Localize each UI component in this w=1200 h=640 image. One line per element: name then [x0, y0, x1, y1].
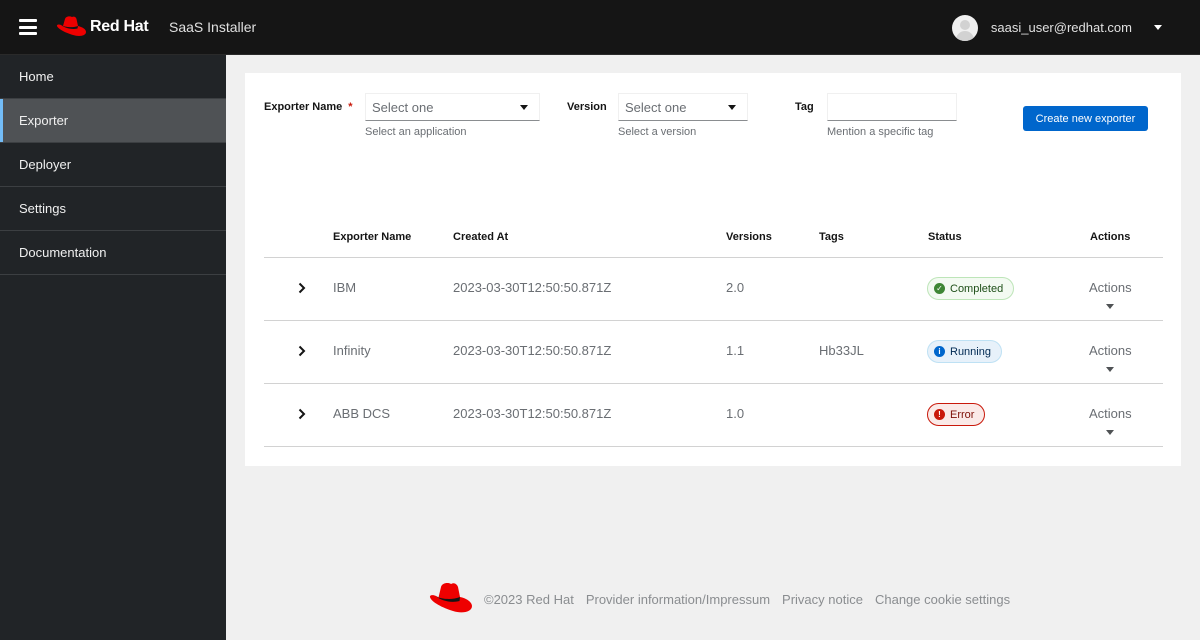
caret-down-icon: [1154, 25, 1162, 30]
column-header-versions[interactable]: Versions: [726, 231, 772, 243]
column-header-status[interactable]: Status: [928, 231, 962, 243]
footer-link-cookie-settings[interactable]: Change cookie settings: [875, 592, 1010, 607]
sidebar-item-label: Settings: [19, 201, 66, 216]
exporter-name-helper: Select an application: [365, 126, 467, 138]
sidebar-item-documentation[interactable]: Documentation: [0, 231, 226, 275]
actions-label: Actions: [1089, 406, 1132, 421]
exporter-name-cell: IBM: [333, 280, 357, 295]
column-header-tags[interactable]: Tags: [819, 231, 844, 243]
row-actions-dropdown[interactable]: Actions: [1089, 406, 1132, 435]
version-helper: Select a version: [618, 126, 697, 138]
exporter-name-cell: ABB DCS: [333, 406, 391, 421]
brand-logo[interactable]: Red Hat: [55, 15, 149, 39]
created-at-cell: 2023-03-30T12:50:50.871Z: [453, 406, 612, 421]
caret-down-icon: [1106, 430, 1114, 435]
actions-label: Actions: [1089, 280, 1132, 295]
red-hat-logo-icon: [429, 583, 472, 613]
chevron-right-icon: [298, 408, 306, 420]
sidebar-nav: Home Exporter Deployer Settings Document…: [0, 55, 226, 640]
status-label: Completed: [950, 282, 1004, 295]
avatar: [951, 14, 978, 41]
version-cell: 1.0: [726, 406, 745, 421]
chevron-right-icon: [298, 282, 306, 294]
status-badge: ✓ Completed: [927, 277, 1015, 300]
required-indicator: *: [348, 101, 353, 113]
chevron-right-icon: [298, 345, 306, 357]
footer-link-impressum[interactable]: Provider information/Impressum: [586, 592, 770, 607]
sidebar-item-exporter[interactable]: Exporter: [0, 99, 226, 143]
version-label: Version: [567, 101, 607, 113]
caret-down-icon: [728, 105, 736, 110]
hamburger-menu-icon[interactable]: [19, 19, 37, 35]
tag-input[interactable]: [827, 93, 957, 121]
info-circle-icon: i: [934, 346, 945, 357]
sidebar-item-label: Exporter: [19, 113, 69, 128]
caret-down-icon: [1106, 367, 1114, 372]
exporter-name-select[interactable]: Select one: [365, 93, 540, 121]
sidebar-item-label: Documentation: [19, 245, 107, 260]
create-new-exporter-button[interactable]: Create new exporter: [1023, 106, 1148, 131]
exporters-table: Exporter Name Created At Versions Tags S…: [264, 218, 1163, 447]
exporter-name-select-value: Select one: [372, 99, 434, 115]
table-row: Infinity 2023-03-30T12:50:50.871Z 1.1 Hb…: [264, 321, 1163, 384]
sidebar-item-home[interactable]: Home: [0, 55, 226, 99]
exporter-panel: Exporter Name * Select one Select an appl…: [245, 73, 1181, 466]
table-header: Exporter Name Created At Versions Tags S…: [264, 218, 1163, 258]
sidebar-item-deployer[interactable]: Deployer: [0, 143, 226, 187]
product-name: SaaS Installer: [169, 19, 257, 35]
footer-link-privacy[interactable]: Privacy notice: [782, 592, 863, 607]
exclamation-circle-icon: !: [934, 409, 945, 420]
masthead: Red Hat SaaS Installer saasi_user@redhat…: [0, 0, 1200, 55]
expand-row-toggle[interactable]: [297, 281, 307, 295]
status-label: Running: [950, 345, 991, 358]
tag-label: Tag: [795, 101, 814, 113]
column-header-actions: Actions: [1090, 231, 1131, 243]
user-menu-toggle[interactable]: saasi_user@redhat.com: [951, 0, 1200, 55]
user-name: saasi_user@redhat.com: [990, 20, 1132, 35]
sidebar-item-label: Home: [19, 69, 54, 84]
actions-label: Actions: [1089, 343, 1132, 358]
status-badge: i Running: [927, 340, 1002, 363]
caret-down-icon: [1106, 304, 1114, 309]
status-label: Error: [950, 408, 975, 421]
version-select-value: Select one: [625, 99, 687, 115]
red-hat-logo-icon: [56, 16, 86, 36]
version-cell: 2.0: [726, 280, 745, 295]
version-select[interactable]: Select one: [618, 93, 748, 121]
column-header-created-at[interactable]: Created At: [453, 231, 508, 243]
sidebar-item-label: Deployer: [19, 157, 72, 172]
table-row: ABB DCS 2023-03-30T12:50:50.871Z 1.0 ! E…: [264, 384, 1163, 447]
caret-down-icon: [520, 105, 528, 110]
exporter-name-cell: Infinity: [333, 343, 371, 358]
expand-row-toggle[interactable]: [297, 407, 307, 421]
table-row: IBM 2023-03-30T12:50:50.871Z 2.0 ✓ Compl…: [264, 258, 1163, 321]
created-at-cell: 2023-03-30T12:50:50.871Z: [453, 280, 612, 295]
tag-helper: Mention a specific tag: [827, 126, 934, 138]
footer: ©2023 Red Hat Provider information/Impre…: [427, 581, 1010, 617]
version-cell: 1.1: [726, 343, 745, 358]
row-actions-dropdown[interactable]: Actions: [1089, 343, 1132, 372]
exporter-name-label: Exporter Name *: [264, 101, 353, 113]
row-actions-dropdown[interactable]: Actions: [1089, 280, 1132, 309]
copyright: ©2023 Red Hat: [484, 591, 574, 607]
brand-name: Red Hat: [90, 18, 149, 35]
sidebar-item-settings[interactable]: Settings: [0, 187, 226, 231]
tags-cell: Hb33JL: [819, 343, 864, 358]
check-circle-icon: ✓: [934, 283, 945, 294]
column-header-exporter-name[interactable]: Exporter Name: [333, 231, 411, 243]
status-badge: ! Error: [927, 403, 986, 426]
expand-row-toggle[interactable]: [297, 344, 307, 358]
created-at-cell: 2023-03-30T12:50:50.871Z: [453, 343, 612, 358]
